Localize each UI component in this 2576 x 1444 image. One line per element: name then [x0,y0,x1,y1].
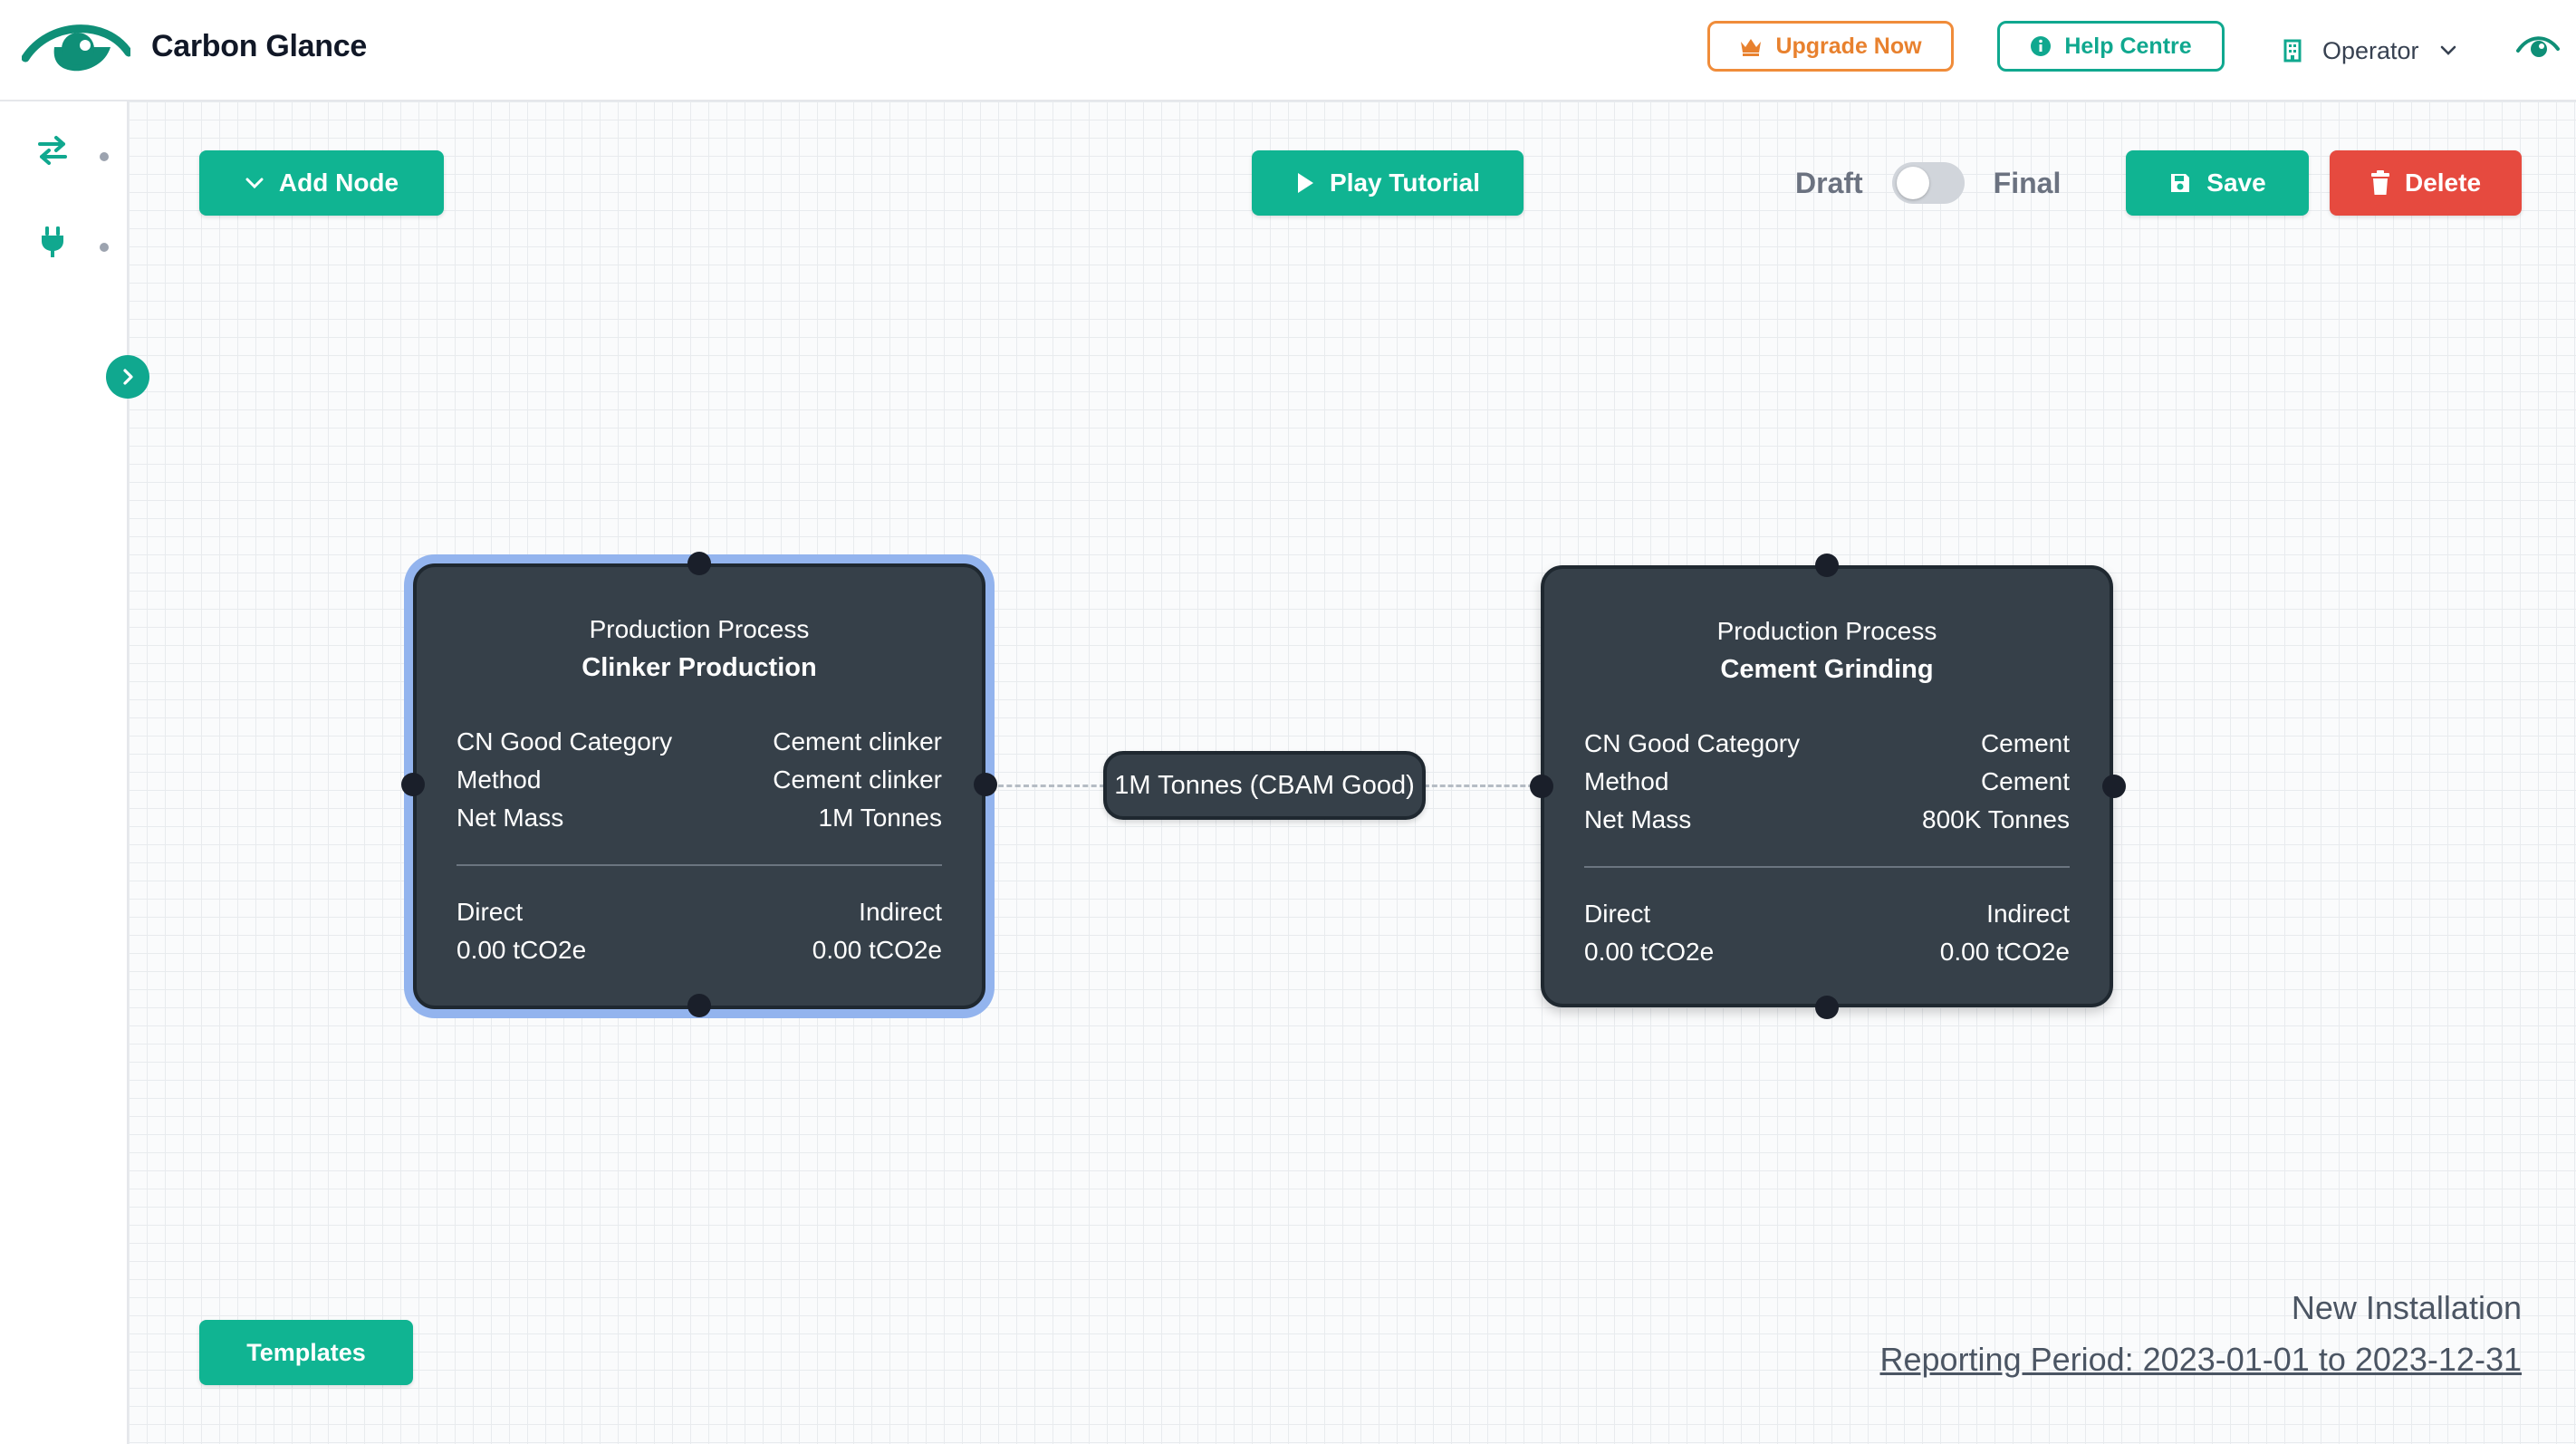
emissions-value-row: 0.00 tCO2e 0.00 tCO2e [457,931,942,969]
indirect-label: Indirect [1986,900,2070,928]
row-value: 800K Tonnes [1922,805,2070,833]
direct-value: 0.00 tCO2e [457,936,587,964]
node-type: Production Process [1716,617,1937,645]
add-node-label: Add Node [278,168,399,197]
row-value: Cement clinker [773,765,942,794]
node-handle-bottom[interactable] [687,994,711,1017]
delete-label: Delete [2404,168,2482,197]
arrows-exchange-icon[interactable] [34,132,71,168]
toggle-knob [1896,167,1929,199]
role-label: Operator [2322,36,2419,64]
draft-final-switch: Draft Final [1795,159,2061,207]
draft-label: Draft [1795,166,1863,199]
process-node-clinker-production[interactable]: Production Process Clinker Production CN… [413,563,985,1009]
edge-label[interactable]: 1M Tonnes (CBAM Good) [1103,751,1426,820]
node-divider [1584,866,2070,868]
play-icon [1298,173,1314,193]
chevron-down-icon [245,178,264,189]
plug-icon[interactable] [34,223,71,259]
node-handle-top[interactable] [1815,554,1839,577]
emissions-header-row: Direct Indirect [457,893,942,931]
play-tutorial-button[interactable]: Play Tutorial [1252,150,1523,216]
node-row: CN Good Category Cement [1584,725,2070,763]
process-node-cement-grinding[interactable]: Production Process Cement Grinding CN Go… [1541,565,2113,1007]
edge-line [998,785,1105,787]
node-type: Production Process [589,615,810,643]
status-toggle[interactable] [1891,162,1965,204]
crown-icon [1741,39,1762,56]
building-icon [2283,39,2302,63]
app-title: Carbon Glance [151,29,367,63]
chevron-right-icon [123,369,133,385]
save-button[interactable]: Save [2126,150,2309,216]
delete-button[interactable]: Delete [2330,150,2522,216]
node-handle-left[interactable] [1530,775,1553,798]
templates-label: Templates [246,1338,366,1366]
node-name: Cement Grinding [1720,655,1934,684]
indirect-value: 0.00 tCO2e [812,936,942,964]
add-node-button[interactable]: Add Node [199,150,444,216]
play-tutorial-label: Play Tutorial [1330,168,1480,197]
trash-icon [2370,170,2389,195]
emissions-value-row: 0.00 tCO2e 0.00 tCO2e [1584,933,2070,971]
row-label: CN Good Category [1584,729,1801,757]
node-divider [457,864,942,866]
node-row: Net Mass 800K Tonnes [1584,801,2070,839]
left-sidebar [0,101,129,1444]
upgrade-now-label: Upgrade Now [1775,33,1922,59]
sidebar-dot [100,243,109,252]
row-value: 1M Tonnes [818,804,942,832]
node-handle-right[interactable] [974,773,997,796]
row-label: Net Mass [1584,805,1692,833]
node-handle-left[interactable] [401,773,425,796]
top-header: Carbon Glance Upgrade Now Help Centre Op… [0,0,2576,101]
node-handle-bottom[interactable] [1815,996,1839,1019]
row-label: Method [457,765,542,794]
indirect-label: Indirect [859,898,942,926]
help-centre-button[interactable]: Help Centre [1997,21,2225,72]
installation-name: New Installation [2291,1289,2522,1326]
node-handle-right[interactable] [2102,775,2126,798]
row-label: CN Good Category [457,727,673,756]
templates-button[interactable]: Templates [199,1320,413,1385]
row-value: Cement [1980,729,2070,757]
row-value: Cement [1980,767,2070,795]
edge-line [1424,785,1542,787]
info-icon [2031,36,2052,56]
node-row: Method Cement clinker [457,761,942,799]
node-row: CN Good Category Cement clinker [457,723,942,761]
sidebar-dot [100,152,109,161]
node-row: Net Mass 1M Tonnes [457,799,942,837]
floppy-disk-icon [2171,174,2190,192]
row-value: Cement clinker [773,727,942,756]
help-centre-label: Help Centre [2064,33,2192,59]
row-label: Method [1584,767,1669,795]
node-row: Method Cement [1584,763,2070,801]
direct-value: 0.00 tCO2e [1584,938,1715,966]
node-handle-top[interactable] [687,552,711,575]
eye-icon[interactable] [2516,33,2560,63]
direct-label: Direct [1584,900,1651,928]
save-label: Save [2206,168,2266,197]
node-name: Clinker Production [582,653,817,682]
eye-logo-icon[interactable] [22,20,130,76]
reporting-period-link[interactable]: Reporting Period: 2023-01-01 to 2023-12-… [1880,1341,2523,1379]
indirect-value: 0.00 tCO2e [1939,938,2070,966]
direct-label: Direct [457,898,524,926]
upgrade-now-button[interactable]: Upgrade Now [1707,21,1954,72]
chevron-down-icon [2440,45,2456,55]
final-label: Final [1993,166,2062,199]
sidebar-expand-button[interactable] [106,355,149,399]
row-label: Net Mass [457,804,564,832]
emissions-header-row: Direct Indirect [1584,895,2070,933]
role-selector[interactable]: Operator [2283,31,2457,71]
